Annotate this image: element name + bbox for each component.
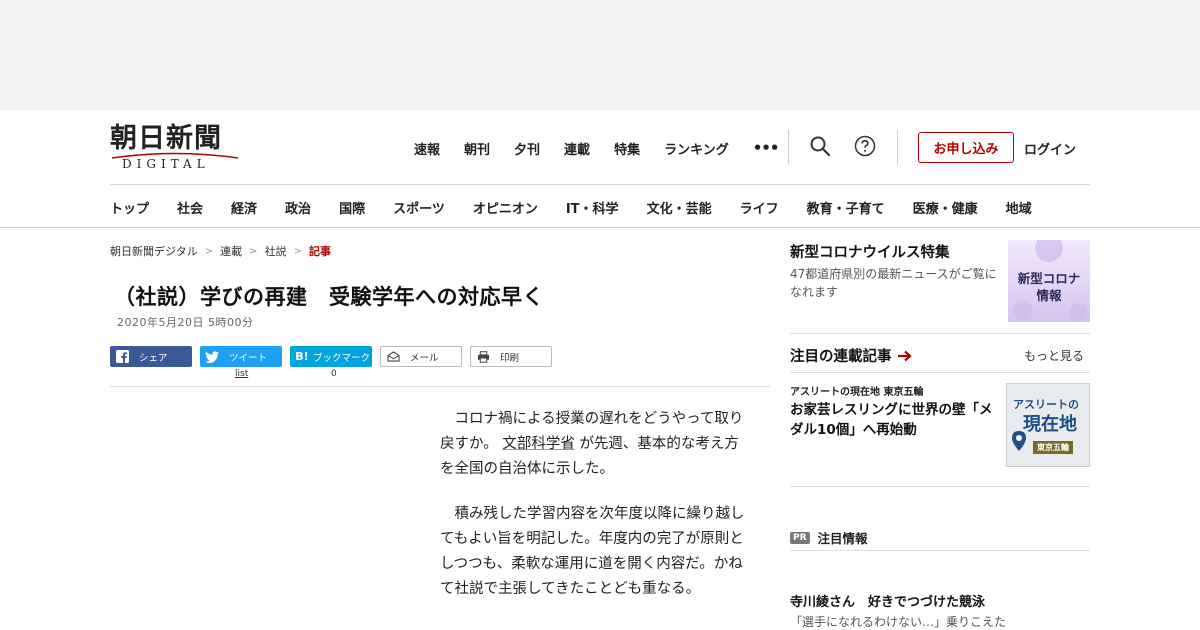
featured-series-title: 注目の連載記事 [790, 349, 892, 365]
series-kicker: アスリートの現在地 東京五輪 [790, 387, 924, 398]
site-header: 朝日新聞 DIGITAL 速報 朝刊 夕刊 連載 特集 ランキング ••• お申… [0, 110, 1200, 228]
cnav-opinion[interactable]: オピニオン [473, 198, 538, 217]
publish-date: 2020年5月20日 5時00分 [117, 316, 254, 329]
cnav-international[interactable]: 国際 [339, 198, 365, 217]
site-logo[interactable]: 朝日新聞 DIGITAL [110, 124, 242, 172]
sidebar-divider [790, 372, 1090, 373]
sidebar-divider [790, 333, 1090, 334]
twitter-share-label: ツイート [229, 352, 268, 364]
covid-feature-description: 47都道府県別の最新ニュースがご覧になれます [790, 267, 997, 299]
print-label: 印刷 [500, 352, 520, 364]
global-nav: 速報 朝刊 夕刊 連載 特集 ランキング ••• [414, 134, 780, 162]
gnav-ranking[interactable]: ランキング [664, 139, 729, 158]
arrow-right-icon [897, 350, 912, 362]
gnav-series[interactable]: 連載 [564, 139, 590, 158]
more-series-link[interactable]: もっと見る [1024, 347, 1084, 364]
mail-share-button[interactable]: メール [380, 346, 462, 367]
sidebar-divider [790, 550, 1090, 551]
logo-text-en: DIGITAL [122, 157, 210, 171]
article-divider [110, 386, 770, 387]
logo-text-jp: 朝日新聞 [110, 123, 222, 154]
header-separator [897, 130, 898, 164]
breadcrumb-current: 記事 [308, 245, 331, 258]
breadcrumb-series[interactable]: 連載 [220, 243, 242, 259]
breadcrumb-editorial[interactable]: 社説 [265, 243, 287, 259]
sidebar-divider [790, 486, 1090, 487]
pr-badge: PR [790, 531, 810, 544]
covid-feature-image[interactable]: 新型コロナ 情報 [1008, 240, 1090, 322]
category-nav: トップ 社会 経済 政治 国際 スポーツ オピニオン IT・科学 文化・芸能 ラ… [110, 197, 1060, 217]
cnav-society[interactable]: 社会 [177, 198, 203, 217]
gnav-evening[interactable]: 夕刊 [514, 139, 540, 158]
facebook-share-label: シェア [139, 352, 168, 364]
breadcrumb: 朝日新聞デジタル > 連載 > 社説 > 記事 [110, 243, 331, 259]
mail-share-label: メール [410, 352, 439, 364]
twitter-icon [203, 350, 221, 363]
subscribe-button[interactable]: お申し込み [918, 132, 1014, 163]
cnav-politics[interactable]: 政治 [285, 198, 311, 217]
print-icon [474, 350, 492, 363]
login-link[interactable]: ログイン [1024, 139, 1076, 158]
search-icon[interactable] [808, 134, 832, 158]
more-menu-button[interactable]: ••• [753, 139, 780, 157]
series-image-badge: 東京五輪 [1033, 441, 1073, 454]
article-paragraph: コロナ禍による授業の遅れをどうやって取り戻すか。 文部科学省 が先週、基本的な考… [440, 407, 745, 482]
breadcrumb-separator: > [204, 245, 214, 257]
cnav-education[interactable]: 教育・子育て [807, 198, 885, 217]
cnav-health[interactable]: 医療・健康 [913, 198, 978, 217]
cnav-it-science[interactable]: IT・科学 [566, 198, 619, 217]
mail-icon [384, 351, 402, 362]
cnav-economy[interactable]: 経済 [231, 198, 257, 217]
print-button[interactable]: 印刷 [470, 346, 552, 367]
breadcrumb-home[interactable]: 朝日新聞デジタル [110, 243, 198, 259]
breadcrumb-separator: > [249, 245, 258, 257]
series-thumbnail[interactable]: アスリートの 現在地 東京五輪 [1006, 383, 1090, 467]
cnav-top[interactable]: トップ [110, 198, 149, 217]
hatena-count[interactable]: 0 [331, 369, 337, 379]
covid-feature-title[interactable]: 新型コロナウイルス特集 [790, 241, 950, 262]
cnav-sports[interactable]: スポーツ [393, 198, 445, 217]
cnav-life[interactable]: ライフ [740, 198, 779, 217]
cnav-local[interactable]: 地域 [1006, 198, 1032, 217]
hatena-bookmark-button[interactable]: B! ブックマーク [290, 346, 372, 367]
twitter-count-link[interactable]: list [235, 369, 248, 379]
header-separator [788, 130, 789, 164]
article-title: （社説）学びの再建 受験学年への対応早く [114, 285, 544, 309]
pr-section-header: PR 注目情報 [790, 528, 868, 547]
cnav-culture[interactable]: 文化・芸能 [647, 198, 712, 217]
help-icon[interactable] [853, 134, 877, 158]
facebook-share-button[interactable]: シェア [110, 346, 192, 367]
featured-series-heading: 注目の連載記事 [790, 345, 912, 366]
gnav-features[interactable]: 特集 [614, 139, 640, 158]
breadcrumb-separator: > [293, 245, 302, 257]
mext-link[interactable]: 文部科学省 [502, 436, 575, 452]
pr-label: 注目情報 [817, 531, 868, 546]
hatena-bookmark-label: ブックマーク [313, 352, 371, 364]
twitter-share-button[interactable]: ツイート [200, 346, 282, 367]
covid-image-text: 情報 [1036, 288, 1062, 303]
gnav-morning[interactable]: 朝刊 [464, 139, 490, 158]
location-pin-icon [1012, 431, 1026, 451]
series-headline-link[interactable]: お家芸レスリングに世界の壁「メダル10個」へ再始動 [790, 400, 1000, 440]
pr-subtext: 「選手になれるわけない…」乗りこえた [790, 615, 1007, 629]
header-divider [110, 184, 1090, 185]
gnav-breaking[interactable]: 速報 [414, 139, 440, 158]
article-paragraph: 積み残した学習内容を次年度以降に繰り越してもよい旨を明記した。年度内の完了が原則… [440, 506, 745, 597]
facebook-icon [113, 350, 131, 363]
pr-headline-link[interactable]: 寺川綾さん 好きでつづけた競泳 [790, 591, 985, 610]
ad-banner-area [0, 0, 1200, 110]
series-image-text: 現在地 [1023, 414, 1077, 435]
hatena-icon: B! [295, 350, 309, 363]
